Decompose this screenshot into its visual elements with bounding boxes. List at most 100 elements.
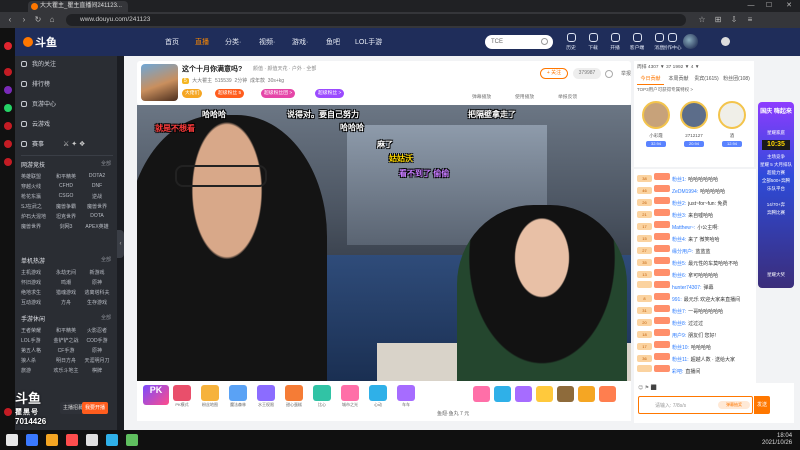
tag-1[interactable]: 大佬们	[182, 89, 203, 98]
start-stream-button[interactable]: 开播	[604, 33, 626, 53]
chat-message[interactable]: 31 粉丝7: 一哥哈哈哈哈哈	[637, 305, 755, 315]
app-icon[interactable]	[126, 434, 138, 446]
chat-nickname[interactable]: 粉丝7:	[672, 309, 686, 315]
chat-nickname[interactable]: 991:	[672, 297, 682, 303]
menu-following[interactable]: 我的关注	[21, 60, 115, 70]
user-avatar[interactable]	[683, 34, 698, 49]
share-icon[interactable]	[605, 70, 613, 78]
gift-icon[interactable]	[473, 386, 490, 402]
minimize-button[interactable]: —	[742, 0, 760, 12]
follow-button[interactable]: + 关注	[540, 68, 568, 79]
gift-icon[interactable]	[494, 386, 511, 402]
app-icon[interactable]	[86, 434, 98, 446]
history-icon[interactable]	[4, 140, 12, 148]
chat-nickname[interactable]: 粉丝2:	[672, 201, 686, 207]
sidebar-category-item[interactable]: COD手游	[83, 337, 111, 344]
search-input[interactable]: TCE	[485, 35, 553, 49]
nav-category[interactable]: 分类·	[225, 37, 241, 47]
sidebar-category-item[interactable]: 穿越火线	[21, 183, 49, 190]
sidebar-category-item[interactable]: 王者荣耀	[21, 327, 49, 334]
sidebar-section-more[interactable]: 全部	[101, 314, 111, 321]
gift-icon[interactable]	[229, 385, 247, 401]
report-link[interactable]: 举报	[621, 70, 631, 77]
close-window-button[interactable]: ✕	[780, 0, 798, 12]
chat-message[interactable]: 35 粉丝5: 最元性的车莫哈哈不哈	[637, 257, 755, 267]
sidebar-category-item[interactable]: 生存游戏	[83, 299, 111, 306]
sidebar-category-item[interactable]: 狼人杀	[21, 357, 49, 364]
tag-2[interactable]: 超级粉丝 5	[215, 89, 245, 98]
weibo-icon[interactable]	[4, 42, 12, 50]
room-category[interactable]: 颜值 · 颜值天花 · 户外 · 全部	[253, 65, 316, 72]
sidebar-category-item[interactable]: CF手游	[52, 347, 80, 354]
sidebar-category-item[interactable]: 火影忍者	[83, 327, 111, 334]
sidebar-category-item[interactable]: 坦克世界	[52, 213, 80, 220]
gift-icon[interactable]	[201, 385, 219, 401]
sidebar-category-item[interactable]: APEX英雄	[83, 223, 111, 230]
send-button[interactable]: 发送	[754, 396, 770, 414]
gift-icon[interactable]	[257, 385, 275, 401]
reload-icon[interactable]: ↻	[32, 14, 44, 26]
gift-icon[interactable]	[515, 386, 532, 402]
rank-avatar[interactable]	[680, 101, 708, 129]
chat-nickname[interactable]: 粉丝4:	[672, 237, 686, 243]
sidebar-category-item[interactable]: LOL手游	[21, 337, 49, 344]
rank-avatar[interactable]	[718, 101, 746, 129]
nav-video[interactable]: 视频·	[259, 37, 275, 47]
chat-nickname[interactable]: 粉丝5:	[672, 261, 686, 267]
activity-card[interactable]: 国庆 嗨起来 星耀家庭 10:35 主场竞争 星耀 5 大月排队 超能力赛 全部…	[758, 102, 794, 288]
sidebar-category-item[interactable]: 绝地求生	[21, 289, 49, 296]
theme-sun-icon[interactable]	[721, 37, 730, 46]
task-view-icon[interactable]	[46, 434, 58, 446]
sidebar-category-item[interactable]: 怀旧游戏	[21, 279, 49, 286]
messenger-icon[interactable]	[4, 86, 12, 94]
collections-icon[interactable]	[4, 122, 12, 130]
tab-today[interactable]: 今日贡献	[637, 75, 664, 85]
chat-nickname[interactable]: 粉丝10:	[672, 345, 689, 351]
sidebar-category-item[interactable]: 第五人格	[21, 347, 49, 354]
sidebar-category-item[interactable]: 原神	[83, 279, 111, 286]
app-icon[interactable]	[66, 434, 78, 446]
sidebar-section-more[interactable]: 全部	[101, 160, 111, 167]
sidebar-category-item[interactable]: 枪花东瀛	[21, 193, 49, 200]
whatsapp-icon[interactable]	[4, 104, 12, 112]
back-icon[interactable]: ‹	[4, 14, 16, 26]
chat-message[interactable]: 17 粉丝10: 哈哈哈哈	[637, 341, 755, 351]
sidebar-category-item[interactable]: 魔兽争霸	[52, 203, 80, 210]
sidebar-category-item[interactable]: CFHD	[52, 183, 80, 189]
sidebar-category-item[interactable]: 魔兽世界	[83, 203, 111, 210]
sidebar-category-item[interactable]: 方舟	[52, 299, 80, 306]
feedback-link[interactable]: 举报反馈	[558, 93, 577, 100]
chat-nickname[interactable]: Matthew~:	[672, 225, 695, 231]
sidebar-category-item[interactable]: 英雄联盟	[21, 173, 49, 180]
sidebar-category-item[interactable]: 棋牌	[83, 367, 111, 374]
chat-nickname[interactable]: 粉丝6:	[672, 273, 686, 279]
sidebar-category-item[interactable]: 原神	[83, 347, 111, 354]
search-icon[interactable]	[26, 434, 38, 446]
app-icon[interactable]	[4, 68, 12, 76]
sidebar-category-item[interactable]: 明日方舟	[52, 357, 80, 364]
search-icon[interactable]	[541, 38, 548, 45]
sidebar-category-item[interactable]: CSGO	[52, 193, 80, 199]
creator-center-button[interactable]: 创作中心	[660, 33, 684, 53]
nav-yuba[interactable]: 鱼吧	[326, 37, 340, 47]
chat-message[interactable]: 彩吧: 直播间	[637, 365, 755, 375]
browser-tab[interactable]: 大大瞿主_瞿主直播间241123...	[28, 1, 128, 12]
taskbar-clock[interactable]: 18:04 2021/10/26	[762, 433, 792, 447]
go-live-button[interactable]: 我要开播	[82, 402, 109, 414]
sidebar-category-item[interactable]: DNF	[83, 183, 111, 189]
start-icon[interactable]	[6, 434, 18, 446]
history-button[interactable]: 历史	[560, 33, 582, 53]
sidebar-category-item[interactable]: 和平精英	[52, 173, 80, 180]
sidebar-category-item[interactable]: 旅游	[21, 367, 49, 374]
gift-icon[interactable]	[557, 386, 574, 402]
douyu-logo[interactable]: 斗鱼	[23, 34, 57, 50]
chat-tool-icons[interactable]: 😊 ⚑ ⬛	[638, 385, 657, 391]
nav-games[interactable]: 游戏·	[292, 37, 308, 47]
chat-nickname[interactable]: 粉丝11:	[672, 357, 689, 363]
chat-nickname[interactable]: 粉丝8:	[672, 321, 686, 327]
chat-message[interactable]: 21 粉丝3: 来自嘘哈哈	[637, 209, 755, 219]
rank-avatar[interactable]	[642, 101, 670, 129]
sidebar-category-item[interactable]: 新游戏	[83, 269, 111, 276]
danmaku-lottery-button[interactable]: 弹幕抽奖	[718, 401, 750, 409]
tag-4[interactable]: 超级粉丝 >	[315, 89, 345, 98]
